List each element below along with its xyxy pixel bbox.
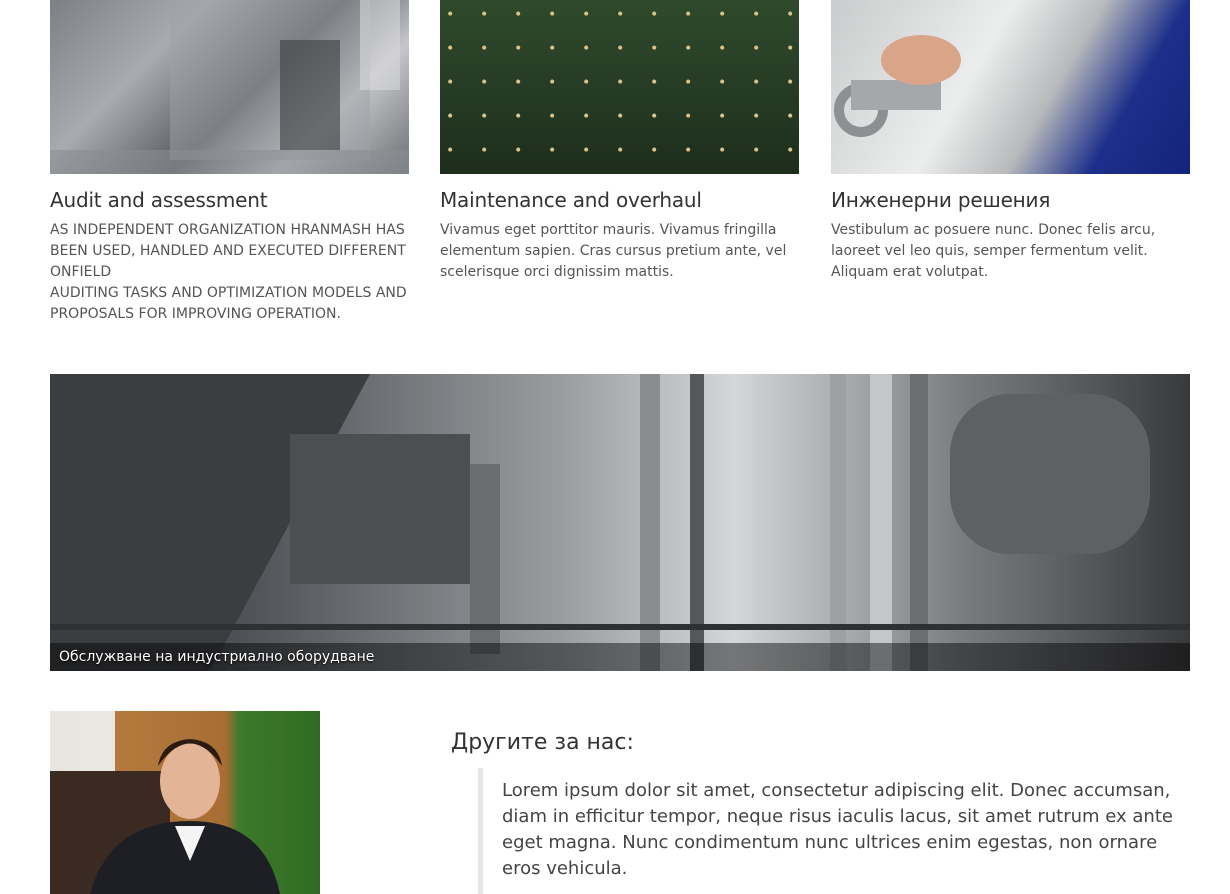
- service-image[interactable]: [440, 0, 799, 174]
- banner-caption: Обслужване на индустриално оборудване: [59, 649, 375, 665]
- service-title: Инженерни решения: [831, 188, 1051, 212]
- testimonial-quote: Lorem ipsum dolor sit amet, consectetur …: [478, 768, 1178, 894]
- service-title: Audit and assessment: [50, 188, 268, 212]
- service-text: Vivamus eget porttitor mauris. Vivamus f…: [440, 222, 787, 280]
- service-image[interactable]: [831, 0, 1190, 174]
- service-title: Maintenance and overhaul: [440, 188, 702, 212]
- service-text: AS INDEPENDENT ORGANIZATION HRANMASH HAS…: [50, 222, 407, 322]
- service-card-maintenance: Maintenance and overhaul Vivamus eget po…: [440, 0, 799, 283]
- testimonial-text: Lorem ipsum dolor sit amet, consectetur …: [502, 780, 1173, 879]
- person-illustration: [50, 739, 280, 894]
- testimonials-title: Другите за нас:: [451, 730, 634, 755]
- industrial-banner[interactable]: Обслужване на индустриално оборудване: [50, 374, 1190, 671]
- testimonial-portrait: [50, 711, 320, 894]
- worker-illustration: [834, 35, 961, 137]
- industrial-plant-illustration: [50, 374, 1190, 671]
- service-card-audit: Audit and assessment AS INDEPENDENT ORGA…: [50, 0, 409, 325]
- service-image[interactable]: [50, 0, 409, 174]
- service-text: Vestibulum ac posuere nunc. Donec felis …: [831, 222, 1156, 280]
- service-card-engineering: Инженерни решения Vestibulum ac posuere …: [831, 0, 1190, 283]
- bottling-machine-illustration: [50, 0, 409, 174]
